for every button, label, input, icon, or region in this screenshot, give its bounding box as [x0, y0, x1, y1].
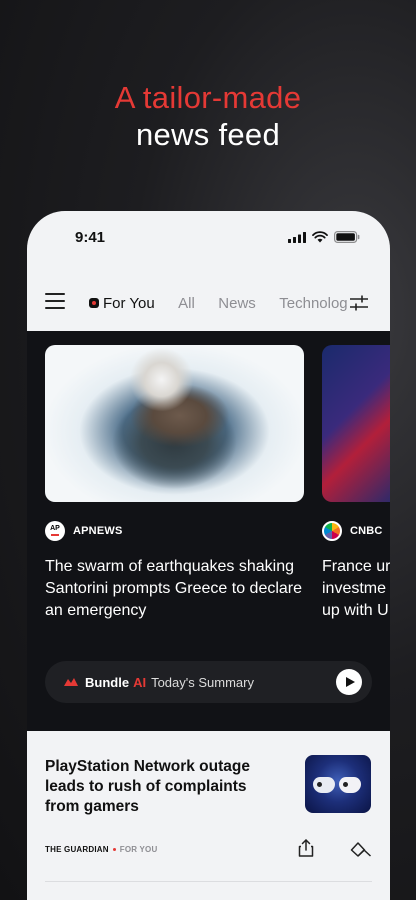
tab-label: News	[218, 295, 256, 312]
category-tabs: For You All News Technology	[89, 283, 347, 323]
article-title: PlayStation Network outage leads to rush…	[45, 758, 250, 815]
story-image	[45, 345, 304, 502]
article-source: THE GUARDIAN	[45, 845, 109, 854]
source-name: CNBC	[350, 525, 383, 537]
signal-icon	[288, 231, 306, 243]
top-stories-carousel[interactable]: APNEWS The swarm of earthquakes shaking …	[27, 331, 390, 731]
tab-label: All	[178, 295, 195, 312]
status-icons	[288, 231, 360, 243]
story-source: APNEWS	[45, 520, 304, 542]
article-thumbnail	[305, 755, 371, 813]
promo-line-2: news feed	[135, 117, 281, 152]
bundle-brand: Bundle	[85, 674, 130, 690]
for-you-icon	[89, 298, 99, 308]
bundle-icon	[64, 678, 78, 686]
tab-label: Technology	[279, 295, 347, 312]
apnews-logo-icon	[45, 521, 65, 541]
meta-dot	[112, 848, 116, 851]
summary-label: Today's Summary	[151, 674, 254, 690]
status-bar: 9:41	[27, 211, 390, 267]
story-card[interactable]: CNBC France ur investme up with U	[322, 345, 390, 622]
promo-header: A tailor-made news feed	[0, 80, 416, 154]
source-name: APNEWS	[73, 525, 123, 537]
story-headline: The swarm of earthquakes shaking Santori…	[45, 558, 303, 619]
play-icon[interactable]	[336, 669, 362, 695]
controller-shape	[339, 777, 361, 793]
divider	[45, 881, 372, 882]
battery-icon	[334, 231, 360, 243]
bundle-ai-summary-button[interactable]: Bundle AI Today's Summary	[45, 661, 372, 703]
story-card[interactable]: APNEWS The swarm of earthquakes shaking …	[45, 345, 304, 622]
wifi-icon	[312, 231, 328, 243]
article-list-item[interactable]: PlayStation Network outage leads to rush…	[27, 731, 390, 900]
tab-all[interactable]: All	[178, 284, 195, 324]
status-time: 9:41	[75, 229, 106, 246]
article-tag: FOR YOU	[119, 845, 158, 854]
promo-line-1: A tailor-made	[114, 80, 302, 115]
filter-icon[interactable]	[350, 295, 368, 311]
bundle-ai: AI	[133, 674, 147, 690]
tab-technology[interactable]: Technology	[279, 284, 347, 324]
tab-label: For You	[103, 294, 155, 312]
hamburger-menu-icon[interactable]	[45, 293, 65, 311]
story-headline: France ur investme up with U	[322, 558, 390, 619]
phone-screen: 9:41 For You All News Technolog AP APNEW…	[27, 211, 390, 900]
top-navigation: For You All News Technology	[27, 283, 390, 323]
tab-news[interactable]: News	[218, 284, 256, 324]
article-meta: THE GUARDIAN FOR YOU	[45, 845, 157, 854]
story-source: CNBC	[322, 520, 390, 542]
share-icon[interactable]	[298, 839, 314, 857]
tab-for-you[interactable]: For You	[89, 283, 155, 323]
controller-shape	[313, 777, 335, 793]
bundle-icon[interactable]	[350, 841, 372, 857]
cnbc-logo-icon	[322, 521, 342, 541]
story-image	[322, 345, 390, 502]
